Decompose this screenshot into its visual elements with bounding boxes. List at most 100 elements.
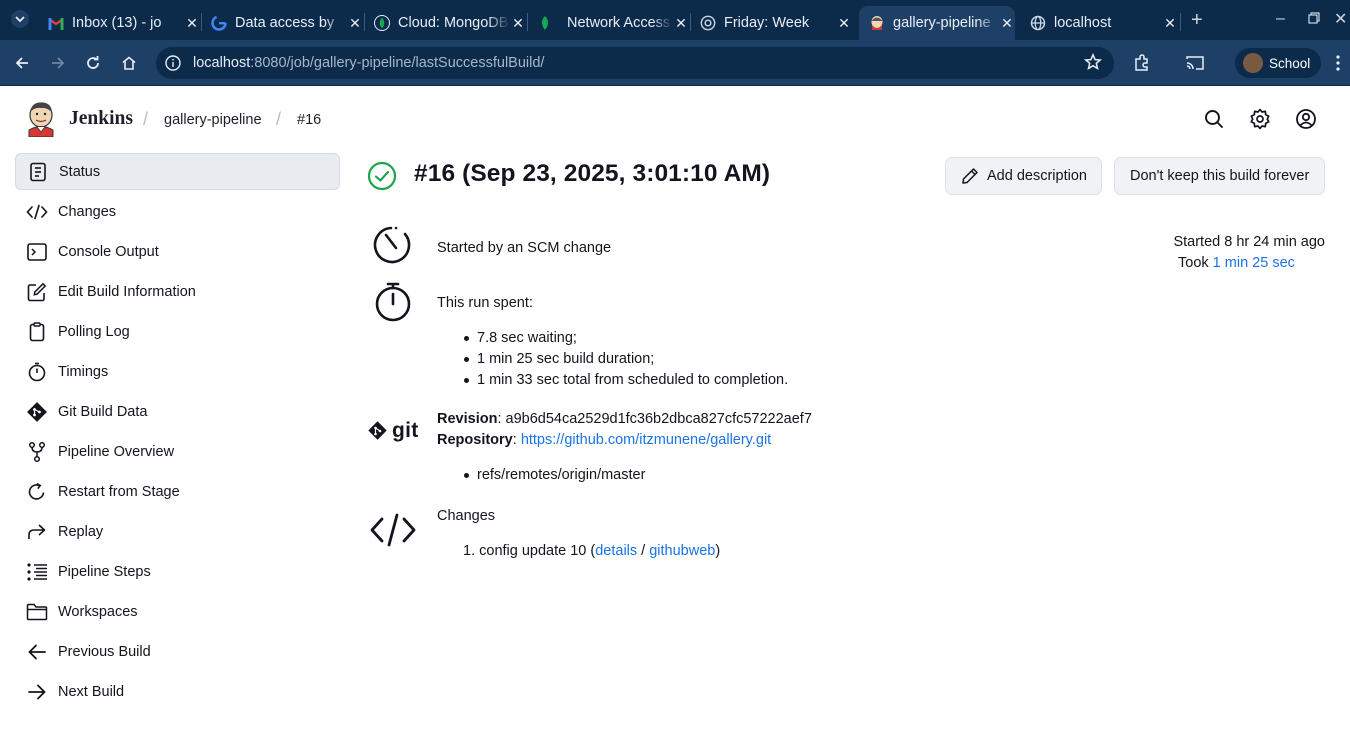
stopwatch-icon bbox=[26, 361, 48, 383]
sidebar-item-label: Git Build Data bbox=[58, 403, 148, 420]
code-icon bbox=[368, 508, 418, 552]
add-description-button[interactable]: Add description bbox=[945, 157, 1102, 195]
home-icon[interactable] bbox=[116, 50, 142, 76]
breadcrumb-job[interactable]: gallery-pipeline bbox=[164, 112, 262, 128]
gmail-icon bbox=[48, 15, 64, 31]
tab-divider bbox=[1180, 13, 1181, 31]
clipboard-icon bbox=[26, 321, 48, 343]
forward-icon[interactable] bbox=[45, 50, 71, 76]
tab-mongodb-cloud[interactable]: Cloud: MongoDB ✕ bbox=[366, 6, 526, 40]
sidebar-item-timings[interactable]: Timings bbox=[15, 353, 340, 390]
change-githubweb-link[interactable]: githubweb bbox=[649, 543, 715, 559]
close-tab-icon[interactable]: ✕ bbox=[347, 15, 363, 32]
list-bullet bbox=[464, 378, 469, 383]
browser-tab-bar: Inbox (13) - jo ✕ Data access by ✕ Cloud… bbox=[0, 0, 1350, 40]
tab-title: gallery-pipeline bbox=[893, 15, 991, 31]
document-icon bbox=[27, 161, 49, 183]
list-bullet bbox=[464, 336, 469, 341]
sidebar-item-console-output[interactable]: Console Output bbox=[15, 233, 340, 270]
sidebar-item-label: Workspaces bbox=[58, 603, 138, 620]
cast-icon[interactable] bbox=[1182, 50, 1208, 76]
change-number: 1. bbox=[463, 543, 476, 559]
time-spent-heading: This run spent: bbox=[437, 295, 533, 311]
build-duration-link[interactable]: 1 min 25 sec bbox=[1213, 255, 1295, 271]
breadcrumb-build[interactable]: #16 bbox=[297, 112, 321, 128]
jenkins-icon bbox=[869, 15, 885, 31]
repository-label: Repository bbox=[437, 432, 513, 448]
extensions-icon[interactable] bbox=[1129, 50, 1155, 76]
tab-friday-week[interactable]: Friday: Week ✕ bbox=[692, 6, 852, 40]
tab-title: Cloud: MongoDB bbox=[398, 15, 509, 31]
sidebar-item-polling-log[interactable]: Polling Log bbox=[15, 313, 340, 350]
address-bar[interactable]: localhost:8080/job/gallery-pipeline/last… bbox=[156, 47, 1114, 79]
git-logo-text: git bbox=[392, 419, 419, 442]
close-tab-icon[interactable]: ✕ bbox=[184, 15, 200, 32]
bookmark-star-icon[interactable] bbox=[1083, 52, 1103, 76]
sidebar-item-pipeline-steps[interactable]: Pipeline Steps bbox=[15, 553, 340, 590]
sidebar-item-replay[interactable]: Replay bbox=[15, 513, 340, 550]
tab-network-access[interactable]: Network Access ✕ bbox=[529, 6, 689, 40]
tab-gmail[interactable]: Inbox (13) - jo ✕ bbox=[40, 6, 200, 40]
time-spent-item: 1 min 25 sec build duration; bbox=[477, 351, 655, 367]
sidebar-item-status[interactable]: Status bbox=[15, 153, 340, 190]
restore-icon[interactable] bbox=[1308, 11, 1320, 29]
browser-menu-icon[interactable] bbox=[1330, 50, 1346, 76]
sidebar-item-pipeline-overview[interactable]: Pipeline Overview bbox=[15, 433, 340, 470]
search-icon[interactable] bbox=[1202, 107, 1226, 131]
sidebar-item-label: Next Build bbox=[58, 683, 125, 700]
git-branch-icon bbox=[26, 441, 48, 463]
close-tab-icon[interactable]: ✕ bbox=[510, 15, 526, 32]
sidebar-item-edit-build-information[interactable]: Edit Build Information bbox=[15, 273, 340, 310]
edit-icon bbox=[26, 281, 48, 303]
site-info-icon[interactable] bbox=[164, 54, 182, 72]
tab-divider bbox=[527, 13, 528, 31]
sidebar-item-changes[interactable]: Changes bbox=[15, 193, 340, 230]
back-icon[interactable] bbox=[9, 50, 35, 76]
took-prefix: Took bbox=[1178, 255, 1209, 271]
user-account-icon[interactable] bbox=[1294, 107, 1318, 131]
new-tab-icon[interactable]: + bbox=[1191, 9, 1203, 32]
revision-value: a9b6d54ca2529d1fc36b2dbca827cfc57222aef7 bbox=[505, 411, 812, 427]
build-cause-link[interactable]: Started by an SCM change bbox=[437, 240, 611, 256]
google-icon bbox=[211, 15, 227, 31]
globe-icon bbox=[1030, 15, 1046, 31]
tab-title: Inbox (13) - jo bbox=[72, 15, 162, 31]
close-tab-icon[interactable]: ✕ bbox=[999, 15, 1015, 32]
avatar bbox=[1243, 53, 1263, 73]
jenkins-title[interactable]: Jenkins bbox=[69, 108, 133, 130]
sidebar-item-restart-from-stage[interactable]: Restart from Stage bbox=[15, 473, 340, 510]
time-spent-item: 7.8 sec waiting; bbox=[477, 330, 577, 346]
arrow-left-icon bbox=[26, 641, 48, 663]
pencil-icon bbox=[961, 167, 979, 185]
minimize-icon[interactable]: – bbox=[1276, 10, 1285, 28]
close-tab-icon[interactable]: ✕ bbox=[673, 15, 689, 32]
tab-title: Data access by bbox=[235, 15, 335, 31]
sidebar-item-label: Pipeline Steps bbox=[58, 563, 151, 580]
mongodb-leaf-icon bbox=[537, 15, 553, 31]
build-took-text: Took 1 min 25 sec bbox=[1178, 255, 1295, 271]
revision-row: Revision: a9b6d54ca2529d1fc36b2dbca827cf… bbox=[437, 411, 812, 427]
tab-localhost[interactable]: localhost ✕ bbox=[1022, 6, 1178, 40]
close-window-icon[interactable]: ✕ bbox=[1334, 9, 1347, 29]
gear-icon[interactable] bbox=[1248, 107, 1272, 131]
close-tab-icon[interactable]: ✕ bbox=[1162, 15, 1178, 32]
profile-button[interactable]: School bbox=[1235, 48, 1321, 78]
jenkins-logo[interactable] bbox=[26, 101, 56, 138]
sidebar-item-next-build[interactable]: Next Build bbox=[15, 673, 340, 710]
sidebar-item-label: Replay bbox=[58, 523, 104, 540]
mongodb-leaf-icon bbox=[374, 15, 390, 31]
tab-gallery-pipeline[interactable]: gallery-pipeline ✕ bbox=[859, 6, 1015, 40]
keep-forever-button[interactable]: Don't keep this build forever bbox=[1114, 157, 1325, 195]
close-tab-icon[interactable]: ✕ bbox=[836, 15, 852, 32]
tab-divider bbox=[364, 13, 365, 31]
tab-google-data-access[interactable]: Data access by ✕ bbox=[203, 6, 363, 40]
repository-link[interactable]: https://github.com/itzmunene/gallery.git bbox=[521, 432, 771, 448]
tab-divider bbox=[690, 13, 691, 31]
tab-title: Friday: Week bbox=[724, 15, 810, 31]
tab-search-icon[interactable] bbox=[10, 9, 30, 34]
sidebar-item-previous-build[interactable]: Previous Build bbox=[15, 633, 340, 670]
reload-icon[interactable] bbox=[80, 50, 106, 76]
sidebar-item-workspaces[interactable]: Workspaces bbox=[15, 593, 340, 630]
change-details-link[interactable]: details bbox=[595, 543, 637, 559]
sidebar-item-git-build-data[interactable]: Git Build Data bbox=[15, 393, 340, 430]
